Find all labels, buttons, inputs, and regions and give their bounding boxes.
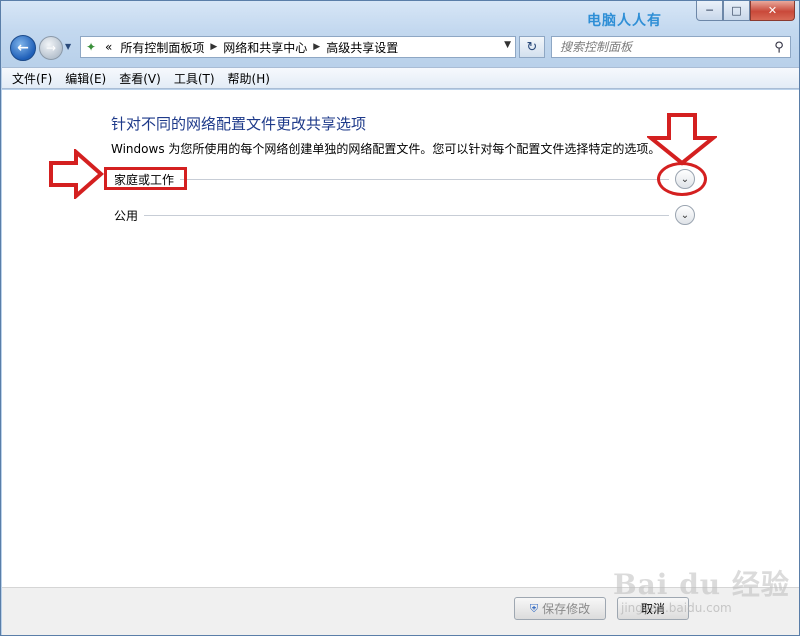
menu-view[interactable]: 查看(V) (113, 70, 168, 87)
section-public[interactable]: 公用 ⌄ (110, 205, 695, 225)
section-divider (144, 214, 669, 216)
baidu-watermark-url: jingyan.baidu.com (621, 601, 732, 615)
save-changes-button[interactable]: ⛨ 保存修改 (514, 597, 606, 620)
navigation-bar: ← → ▼ ✦ « 所有控制面板项 ▶ 网络和共享中心 ▶ 高级共享设置 ▼ ↻… (1, 31, 799, 65)
menu-help[interactable]: 帮助(H) (222, 70, 277, 87)
breadcrumb-all-control-panel-items[interactable]: 所有控制面板项 (116, 39, 208, 56)
shield-icon: ⛨ (529, 601, 539, 615)
forward-button[interactable]: → (39, 36, 63, 60)
address-dropdown-icon[interactable]: ▼ (504, 40, 511, 50)
annotation-highlight-box (104, 167, 187, 190)
address-bar[interactable]: ✦ « 所有控制面板项 ▶ 网络和共享中心 ▶ 高级共享设置 ▼ (80, 36, 516, 58)
explorer-window: 电脑人人有 ─ □ ✕ ← → ▼ ✦ « 所有控制面板项 ▶ 网络和共享中心 … (0, 0, 800, 636)
search-input[interactable] (552, 37, 768, 57)
watermark-title: 电脑人人有 (587, 13, 662, 29)
section-label-public[interactable]: 公用 (110, 207, 144, 224)
recent-pages-dropdown-icon[interactable]: ▼ (65, 42, 71, 51)
control-panel-icon: ✦ (85, 40, 97, 54)
page-title: 针对不同的网络配置文件更改共享选项 (111, 115, 367, 133)
address-overflow[interactable]: « (101, 40, 116, 54)
save-changes-label: 保存修改 (542, 602, 591, 616)
content-area: 针对不同的网络配置文件更改共享选项 Windows 为您所使用的每个网络创建单独… (2, 90, 799, 587)
page-description: Windows 为您所使用的每个网络创建单独的网络配置文件。您可以针对每个配置文… (111, 142, 661, 156)
back-button[interactable]: ← (10, 35, 36, 61)
menu-bar: 文件(F) 编辑(E) 查看(V) 工具(T) 帮助(H) (2, 67, 799, 89)
maximize-button[interactable]: □ (723, 1, 750, 21)
title-bar[interactable]: 电脑人人有 ─ □ ✕ (1, 1, 799, 31)
close-button[interactable]: ✕ (750, 1, 795, 21)
menu-file[interactable]: 文件(F) (6, 70, 59, 87)
minimize-button[interactable]: ─ (696, 1, 723, 21)
expand-chevron-icon[interactable]: ⌄ (675, 205, 695, 225)
breadcrumb-separator-icon[interactable]: ▶ (311, 42, 322, 52)
search-box: ⚲ (551, 36, 791, 58)
section-divider (180, 178, 669, 180)
annotation-down-arrow-icon (647, 113, 717, 166)
breadcrumb-separator-icon[interactable]: ▶ (208, 42, 219, 52)
breadcrumb-network-sharing-center[interactable]: 网络和共享中心 (219, 39, 311, 56)
breadcrumb-advanced-sharing-settings[interactable]: 高级共享设置 (322, 39, 402, 56)
refresh-button[interactable]: ↻ (519, 36, 545, 58)
search-icon[interactable]: ⚲ (768, 40, 790, 55)
window-controls: ─ □ ✕ (696, 1, 795, 21)
menu-edit[interactable]: 编辑(E) (59, 70, 113, 87)
section-home-or-work[interactable]: 家庭或工作 ⌄ (110, 169, 695, 189)
annotation-right-arrow-icon (49, 149, 104, 199)
menu-tools[interactable]: 工具(T) (168, 70, 222, 87)
annotation-highlight-ellipse (657, 162, 707, 196)
baidu-watermark: Bai du 经验 (613, 568, 790, 601)
